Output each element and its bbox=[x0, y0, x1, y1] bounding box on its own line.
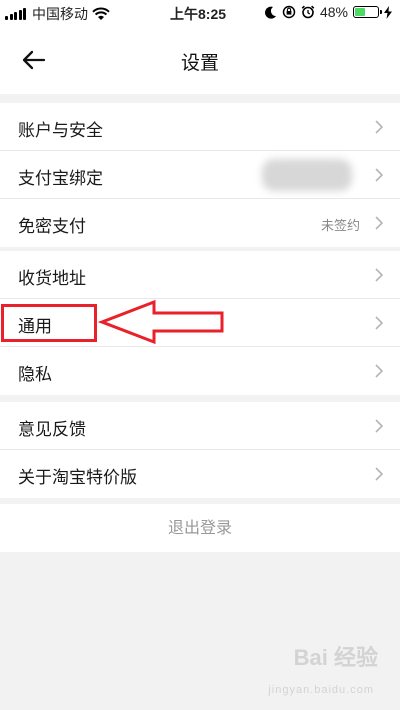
status-right: 48% bbox=[264, 4, 392, 20]
settings-item-value: 未签约 bbox=[320, 219, 360, 234]
chevron-right-icon bbox=[375, 268, 384, 282]
settings-item-feedback[interactable]: 意见反馈 bbox=[0, 402, 400, 450]
alarm-icon bbox=[301, 5, 315, 19]
settings-item-label: 账户与安全 bbox=[18, 121, 103, 141]
settings-item-label: 意见反馈 bbox=[18, 420, 86, 440]
settings-item-label: 免密支付 bbox=[18, 217, 86, 237]
carrier-label: 中国移动 bbox=[32, 6, 88, 22]
settings-item-label: 支付宝绑定 bbox=[18, 169, 103, 189]
status-bar: 中国移动 上午8:25 48% bbox=[0, 0, 400, 26]
chevron-right-icon bbox=[375, 216, 384, 230]
chevron-right-icon bbox=[375, 120, 384, 134]
chevron-right-icon bbox=[375, 364, 384, 378]
settings-item-privacy[interactable]: 隐私 bbox=[0, 347, 400, 395]
settings-item-label: 关于淘宝特价版 bbox=[18, 468, 137, 488]
battery-icon bbox=[353, 6, 382, 18]
highlight-box bbox=[1, 304, 97, 342]
charging-icon bbox=[384, 5, 392, 19]
rotation-lock-icon bbox=[282, 5, 296, 19]
settings-group-about: 意见反馈 关于淘宝特价版 bbox=[0, 402, 400, 498]
chevron-right-icon bbox=[375, 467, 384, 481]
settings-item-shipping-address[interactable]: 收货地址 bbox=[0, 251, 400, 299]
status-time: 上午8:25 bbox=[170, 6, 227, 22]
pointer-arrow-icon bbox=[98, 299, 224, 345]
status-left: 中国移动 bbox=[5, 4, 110, 24]
logout-button[interactable]: 退出登录 bbox=[0, 504, 400, 552]
blurred-account-value bbox=[262, 159, 352, 191]
chevron-right-icon bbox=[375, 419, 384, 433]
nav-bar: 设置 bbox=[0, 26, 400, 94]
moon-icon bbox=[264, 6, 276, 19]
settings-item-about[interactable]: 关于淘宝特价版 bbox=[0, 450, 400, 498]
settings-item-label: 隐私 bbox=[18, 365, 52, 385]
chevron-right-icon bbox=[375, 168, 384, 182]
signal-icon bbox=[5, 8, 26, 20]
settings-item-password-free-payment[interactable]: 免密支付 未签约 bbox=[0, 199, 400, 247]
watermark-url: jingyan.baidu.com bbox=[268, 684, 374, 696]
chevron-right-icon bbox=[375, 316, 384, 330]
settings-item-label: 收货地址 bbox=[18, 269, 86, 289]
settings-group-account: 账户与安全 支付宝绑定 免密支付 未签约 bbox=[0, 103, 400, 247]
page-title: 设置 bbox=[180, 52, 219, 74]
settings-item-account-security[interactable]: 账户与安全 bbox=[0, 103, 400, 151]
battery-level bbox=[355, 8, 365, 16]
settings-item-alipay-binding[interactable]: 支付宝绑定 bbox=[0, 151, 400, 199]
watermark-logo: Bai 经验 bbox=[293, 645, 378, 670]
wifi-icon bbox=[92, 7, 110, 20]
battery-percent: 48% bbox=[319, 4, 348, 20]
watermark: Bai 经验 jingyan.baidu.com bbox=[258, 640, 378, 698]
